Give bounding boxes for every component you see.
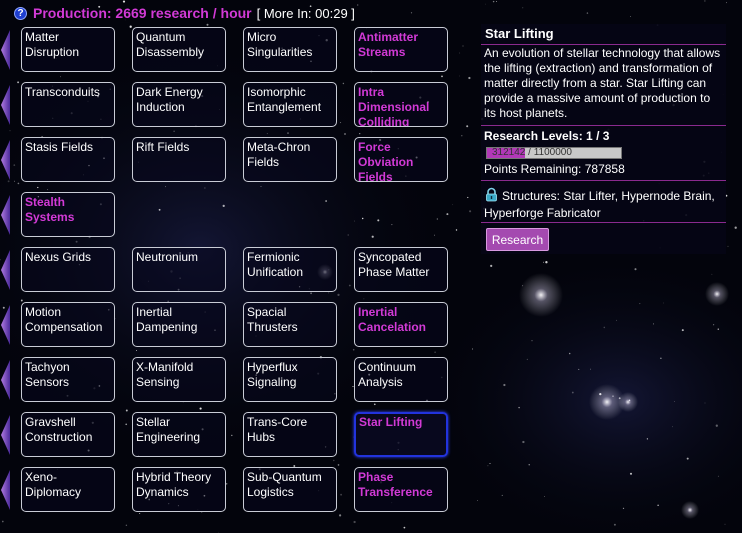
row-expand-arrow[interactable]: [0, 27, 11, 73]
research-tile[interactable]: Trans-Core Hubs: [243, 412, 337, 457]
lock-icon: [484, 187, 499, 206]
research-tile[interactable]: Continuum Analysis: [354, 357, 448, 402]
research-tile[interactable]: Force Obviation Fields: [354, 137, 448, 182]
research-tile[interactable]: Intra Dimensional Colliding: [354, 82, 448, 127]
research-tile[interactable]: Xeno-Diplomacy: [21, 467, 115, 512]
row-expand-arrow[interactable]: [0, 82, 11, 128]
research-levels: Research Levels: 1 / 3: [484, 129, 610, 143]
research-tile[interactable]: Stealth Systems: [21, 192, 115, 237]
research-tile[interactable]: Sub-Quantum Logistics: [243, 467, 337, 512]
research-detail-panel: Star Lifting An evolution of stellar tec…: [481, 24, 726, 254]
research-tile[interactable]: Isomorphic Entanglement: [243, 82, 337, 127]
research-tile[interactable]: Quantum Disassembly: [132, 27, 226, 72]
research-progress-bar: 312142 / 1100000: [486, 147, 622, 159]
research-tile[interactable]: Stasis Fields: [21, 137, 115, 182]
research-tile[interactable]: Spacial Thrusters: [243, 302, 337, 347]
progress-text: 312142 / 1100000: [492, 147, 572, 158]
more-in-timer: [ More In: 00:29 ]: [256, 5, 355, 21]
production-header: ? Production: 2669 research / hour [ Mor…: [14, 4, 355, 22]
research-tile[interactable]: Gravshell Construction: [21, 412, 115, 457]
row-expand-arrow[interactable]: [0, 247, 11, 293]
research-tile[interactable]: Nexus Grids: [21, 247, 115, 292]
research-tile[interactable]: Neutronium: [132, 247, 226, 292]
divider: [481, 125, 726, 126]
research-tile[interactable]: Tachyon Sensors: [21, 357, 115, 402]
structures-info: Structures: Star Lifter, Hypernode Brain…: [484, 187, 726, 221]
research-tile[interactable]: Phase Transference: [354, 467, 448, 512]
points-remaining: Points Remaining: 787858: [484, 162, 625, 176]
research-tile[interactable]: Transconduits: [21, 82, 115, 127]
divider: [481, 180, 726, 181]
row-expand-arrow[interactable]: [0, 412, 11, 458]
help-icon[interactable]: ?: [14, 6, 27, 20]
research-tile[interactable]: Micro Singularities: [243, 27, 337, 72]
row-expand-arrow[interactable]: [0, 467, 11, 513]
research-tile[interactable]: Inertial Dampening: [132, 302, 226, 347]
detail-description: An evolution of stellar technology that …: [484, 46, 721, 120]
research-tile[interactable]: Dark Energy Induction: [132, 82, 226, 127]
research-tile[interactable]: Syncopated Phase Matter: [354, 247, 448, 292]
research-tile[interactable]: Rift Fields: [132, 137, 226, 182]
row-expand-arrow[interactable]: [0, 192, 11, 238]
research-tile[interactable]: Star Lifting: [354, 412, 448, 457]
production-rate: Production: 2669 research / hour: [33, 5, 252, 21]
divider: [481, 44, 726, 45]
research-tile[interactable]: Meta-Chron Fields: [243, 137, 337, 182]
research-tile[interactable]: Motion Compensation: [21, 302, 115, 347]
row-expand-arrow[interactable]: [0, 137, 11, 183]
row-expand-arrow[interactable]: [0, 357, 11, 403]
research-tile[interactable]: Inertial Cancelation: [354, 302, 448, 347]
detail-title: Star Lifting: [485, 26, 554, 41]
research-button[interactable]: Research: [486, 228, 549, 251]
research-tile[interactable]: Antimatter Streams: [354, 27, 448, 72]
research-tile[interactable]: Matter Disruption: [21, 27, 115, 72]
research-tile[interactable]: Stellar Engineering: [132, 412, 226, 457]
research-tile[interactable]: X-Manifold Sensing: [132, 357, 226, 402]
research-tile[interactable]: Hyperflux Signaling: [243, 357, 337, 402]
structures-text: Structures: Star Lifter, Hypernode Brain…: [484, 189, 715, 220]
row-expand-arrow[interactable]: [0, 302, 11, 348]
research-tile[interactable]: Hybrid Theory Dynamics: [132, 467, 226, 512]
divider: [481, 222, 726, 223]
research-tile[interactable]: Fermionic Unification: [243, 247, 337, 292]
